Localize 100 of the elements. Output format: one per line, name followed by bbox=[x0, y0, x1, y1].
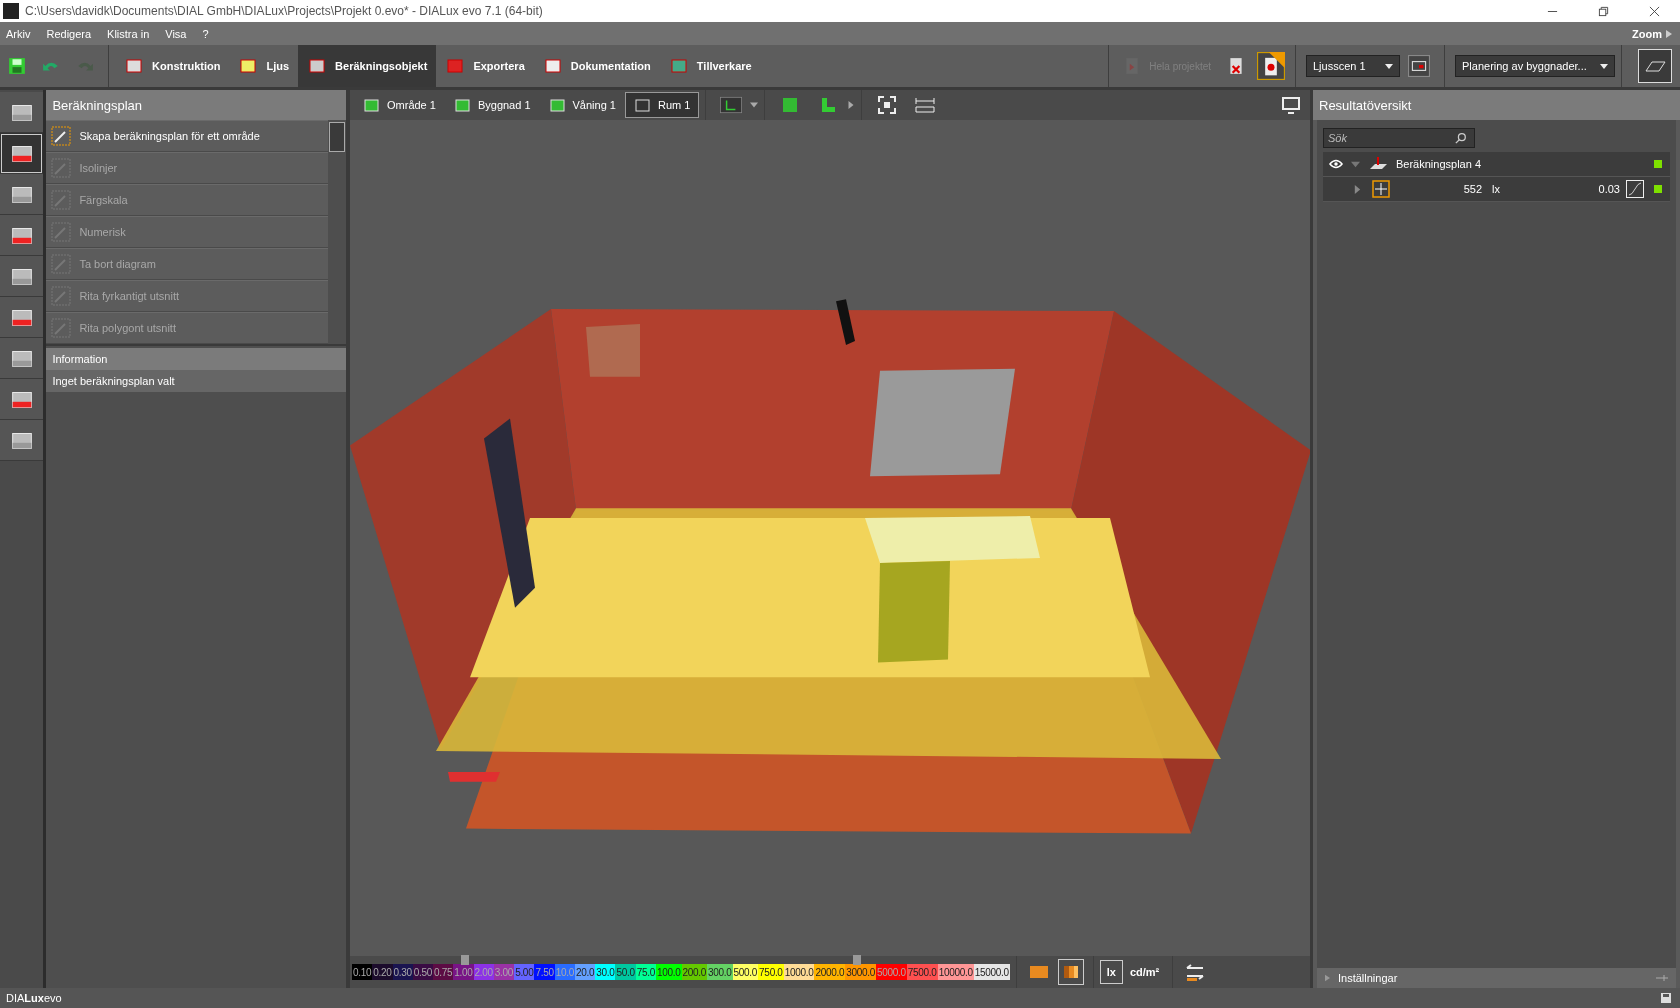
mode-icon bbox=[445, 56, 466, 76]
legend-swatch: 7.50 bbox=[534, 964, 555, 980]
save-icon[interactable] bbox=[1660, 992, 1672, 1004]
menu-item[interactable]: Klistra in bbox=[107, 27, 150, 40]
mode-tab[interactable]: Beräkningsobjekt bbox=[298, 45, 437, 87]
legend-swatch: 30.0 bbox=[595, 964, 616, 980]
unit-toggle[interactable]: cd/m² bbox=[1122, 960, 1167, 984]
legend-swatch: 0.50 bbox=[412, 964, 434, 980]
unit-label: lx bbox=[1492, 183, 1501, 195]
brand-label: DIALuxevo bbox=[6, 992, 62, 1004]
panel-title: Resultatöversikt bbox=[1313, 90, 1680, 120]
tool-icon bbox=[51, 222, 72, 242]
search-field[interactable]: Sök bbox=[1323, 128, 1475, 148]
legend-swatch: 10.0 bbox=[554, 964, 575, 980]
side-tool-button[interactable] bbox=[0, 420, 44, 461]
legend-swatch: 50.0 bbox=[615, 964, 636, 980]
caret-icon bbox=[1600, 63, 1608, 69]
caret-icon[interactable] bbox=[750, 101, 759, 109]
legend-swatch: 0.20 bbox=[372, 964, 393, 980]
planning-dropdown[interactable]: Planering av byggnader... bbox=[1455, 55, 1615, 77]
side-tool-button[interactable] bbox=[0, 92, 44, 133]
save-icon[interactable] bbox=[8, 57, 26, 75]
illuminance-value: 552 bbox=[1462, 183, 1482, 195]
settings-section[interactable]: Inställningar bbox=[1338, 972, 1398, 984]
menu-item[interactable]: Arkiv bbox=[6, 27, 31, 40]
legend-swatch: 200.0 bbox=[681, 964, 708, 980]
caret-icon bbox=[1666, 29, 1672, 38]
side-tool-button[interactable] bbox=[0, 338, 44, 379]
close-icon[interactable] bbox=[1649, 5, 1660, 17]
eye-icon[interactable] bbox=[1329, 159, 1343, 169]
zoom-menu[interactable]: Zoom bbox=[1632, 27, 1662, 40]
settings-document-icon[interactable] bbox=[1257, 52, 1285, 80]
mode-tab[interactable]: Exportera bbox=[436, 45, 534, 87]
threshold-marker[interactable] bbox=[853, 955, 862, 965]
scrollbar[interactable] bbox=[328, 120, 346, 344]
mode-icon bbox=[238, 56, 259, 76]
tool-icon bbox=[51, 126, 72, 146]
legend-swatch: 5000.0 bbox=[876, 964, 907, 980]
mode-icon bbox=[668, 56, 689, 76]
app-logo-icon bbox=[3, 3, 19, 19]
mode-tab[interactable]: Konstruktion bbox=[115, 45, 230, 87]
stepped-gradient-icon[interactable] bbox=[1058, 960, 1083, 984]
expander-icon[interactable] bbox=[1353, 184, 1362, 194]
search-icon bbox=[1455, 132, 1467, 144]
section-title: Information bbox=[46, 348, 346, 370]
menu-item[interactable]: ? bbox=[202, 27, 209, 40]
plane-icon[interactable] bbox=[1638, 49, 1672, 83]
light-scene-dropdown[interactable]: Ljusscen 1 bbox=[1306, 55, 1400, 77]
snap-icon[interactable] bbox=[720, 94, 743, 116]
grid-icon bbox=[1372, 180, 1390, 198]
side-tool-button[interactable] bbox=[0, 174, 44, 215]
restore-icon[interactable] bbox=[1598, 5, 1609, 17]
side-tool-button[interactable] bbox=[0, 215, 44, 256]
monitor-icon[interactable] bbox=[1408, 55, 1430, 77]
level-icon bbox=[548, 97, 567, 113]
tool-item[interactable]: Skapa beräkningsplan för ett område bbox=[46, 120, 328, 152]
breadcrumb-tab[interactable]: Rum 1 bbox=[624, 92, 700, 118]
legend-swatch: 500.0 bbox=[732, 964, 759, 980]
legend-swatch: 1000.0 bbox=[783, 964, 815, 980]
breadcrumb-tab[interactable]: Byggnad 1 bbox=[444, 92, 540, 118]
breadcrumb-tab[interactable]: Område 1 bbox=[354, 92, 445, 118]
tool-icon bbox=[51, 286, 72, 306]
legend-swatch: 2.00 bbox=[473, 964, 494, 980]
side-tool-button[interactable] bbox=[0, 297, 44, 338]
legend-swatch: 750.0 bbox=[758, 964, 784, 980]
caret-icon bbox=[1385, 63, 1393, 69]
info-text: Inget beräkningsplan valt bbox=[46, 370, 346, 392]
expander-icon[interactable] bbox=[1351, 159, 1360, 169]
menu-item[interactable]: Visa bbox=[165, 27, 187, 40]
legend-swatch: 0.75 bbox=[433, 964, 454, 980]
side-tool-button[interactable] bbox=[0, 379, 44, 420]
side-tool-button[interactable] bbox=[0, 256, 44, 297]
mode-tab[interactable]: Dokumentation bbox=[533, 45, 660, 87]
fit-view-icon[interactable] bbox=[876, 94, 899, 116]
monitor-icon[interactable] bbox=[1280, 94, 1302, 116]
legend-swatch: 3.00 bbox=[493, 964, 515, 980]
unit-toggle[interactable]: lx bbox=[1099, 960, 1123, 984]
legend-swatch: 15000.0 bbox=[973, 964, 1010, 980]
mode-tab[interactable]: Ljus bbox=[229, 45, 299, 87]
side-tool-button[interactable] bbox=[0, 133, 44, 174]
breadcrumb-tab[interactable]: Våning 1 bbox=[539, 92, 625, 118]
uniformity-value: 0.03 bbox=[1597, 183, 1620, 195]
mode-tab[interactable]: Tillverkare bbox=[659, 45, 761, 87]
tool-icon bbox=[51, 190, 72, 210]
threshold-marker[interactable] bbox=[461, 955, 470, 965]
legend-swatch: 100.0 bbox=[656, 964, 682, 980]
level-icon bbox=[633, 97, 652, 113]
menu-item[interactable]: Redigera bbox=[46, 27, 92, 40]
level-icon bbox=[453, 97, 472, 113]
tree-item[interactable]: Beräkningsplan 4 bbox=[1396, 158, 1481, 170]
mode-icon bbox=[307, 56, 328, 76]
tool-icon bbox=[51, 158, 72, 178]
window-title: C:\Users\davidk\Documents\DIAL GmbH\DIALux\Projects\Projekt 0.evo* - DIALux evo 7.1 (64-bit) bbox=[25, 4, 543, 18]
tool-icon bbox=[51, 318, 72, 338]
legend-swatch: 2000.0 bbox=[814, 964, 846, 980]
caret-icon[interactable] bbox=[847, 101, 856, 109]
mode-icon bbox=[542, 56, 563, 76]
mode-icon bbox=[124, 56, 144, 76]
delete-document-icon[interactable] bbox=[1227, 57, 1245, 75]
legend-swatch: 20.0 bbox=[574, 964, 596, 980]
